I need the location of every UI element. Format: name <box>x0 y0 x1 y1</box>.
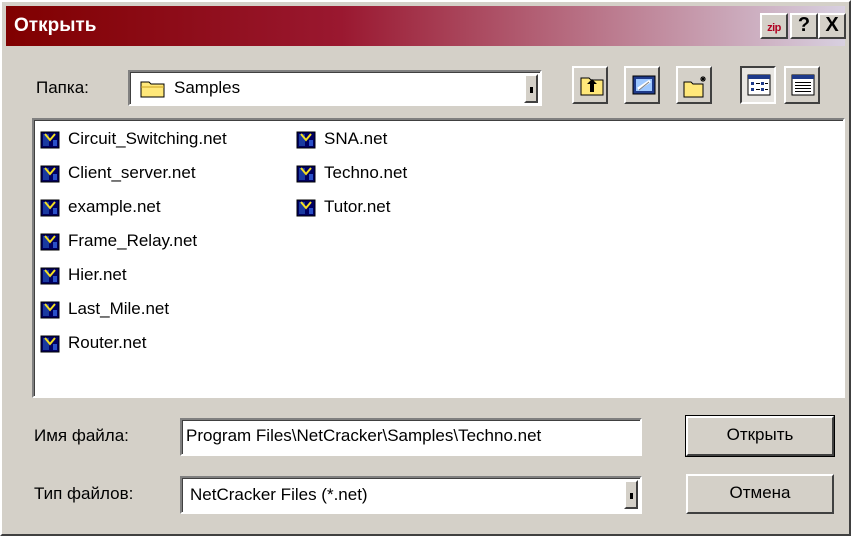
up-one-level-icon <box>580 77 604 96</box>
file-name: Hier.net <box>68 265 127 284</box>
file-name: Router.net <box>68 333 147 352</box>
close-button[interactable]: X <box>818 13 846 39</box>
filetype-label: Тип файлов: <box>34 484 134 503</box>
netcracker-file-icon <box>40 165 60 183</box>
netcracker-file-icon <box>296 199 316 217</box>
file-name: Tutor.net <box>324 197 391 216</box>
file-name: Client_server.net <box>68 163 196 182</box>
netcracker-file-icon <box>40 233 60 251</box>
chevron-down-icon[interactable] <box>524 74 538 103</box>
filename-input[interactable] <box>186 426 636 446</box>
file-name: Frame_Relay.net <box>68 231 198 250</box>
help-button[interactable]: ? <box>790 13 818 39</box>
list-view-button[interactable] <box>740 66 776 104</box>
netcracker-file-icon <box>40 131 60 149</box>
filetype-select[interactable]: NetCracker Files (*.net) <box>180 476 642 514</box>
open-button[interactable]: Открыть <box>685 415 835 457</box>
file-list[interactable]: Circuit_Switching.net Client_server.netex… <box>32 118 845 398</box>
new-folder-icon <box>683 76 706 98</box>
chevron-down-icon[interactable] <box>624 480 638 509</box>
file-name: example.net <box>68 197 161 216</box>
netcracker-file-icon <box>296 165 316 183</box>
netcracker-file-icon <box>40 301 60 319</box>
current-folder-name: Samples <box>174 78 241 97</box>
open-dialog: Открыть zip ? X Папка: Samples Circuit_S… <box>0 0 851 536</box>
zip-button[interactable]: zip <box>760 13 788 39</box>
new-folder-button[interactable] <box>676 66 712 104</box>
netcracker-file-icon <box>40 267 60 285</box>
details-view-icon <box>791 74 815 96</box>
list-view-icon <box>747 74 771 96</box>
file-name: Techno.net <box>324 163 408 182</box>
netcracker-file-icon <box>296 131 316 149</box>
help-icon: ? <box>797 14 811 36</box>
filetype-value: NetCracker Files (*.net) <box>190 485 368 504</box>
details-view-button[interactable] <box>784 66 820 104</box>
dialog-title: Открыть <box>14 15 97 36</box>
desktop-button[interactable] <box>624 66 660 104</box>
file-name: Circuit_Switching.net <box>68 129 227 148</box>
netcracker-file-icon <box>40 335 60 353</box>
up-one-level-button[interactable] <box>572 66 608 104</box>
file-name: SNA.net <box>324 129 388 148</box>
filename-label: Имя файла: <box>34 426 129 445</box>
folder-select[interactable]: Samples <box>128 70 542 106</box>
zip-icon: zip <box>767 22 781 34</box>
cancel-button[interactable]: Отмена <box>686 474 834 514</box>
close-icon: X <box>825 14 839 36</box>
filename-field[interactable] <box>180 418 642 456</box>
folder-label: Папка: <box>36 78 89 97</box>
folder-icon <box>140 81 165 98</box>
title-bar[interactable]: Открыть zip ? X <box>6 6 846 46</box>
desktop-icon <box>632 75 656 95</box>
netcracker-file-icon <box>40 199 60 217</box>
file-name: Last_Mile.net <box>68 299 170 318</box>
